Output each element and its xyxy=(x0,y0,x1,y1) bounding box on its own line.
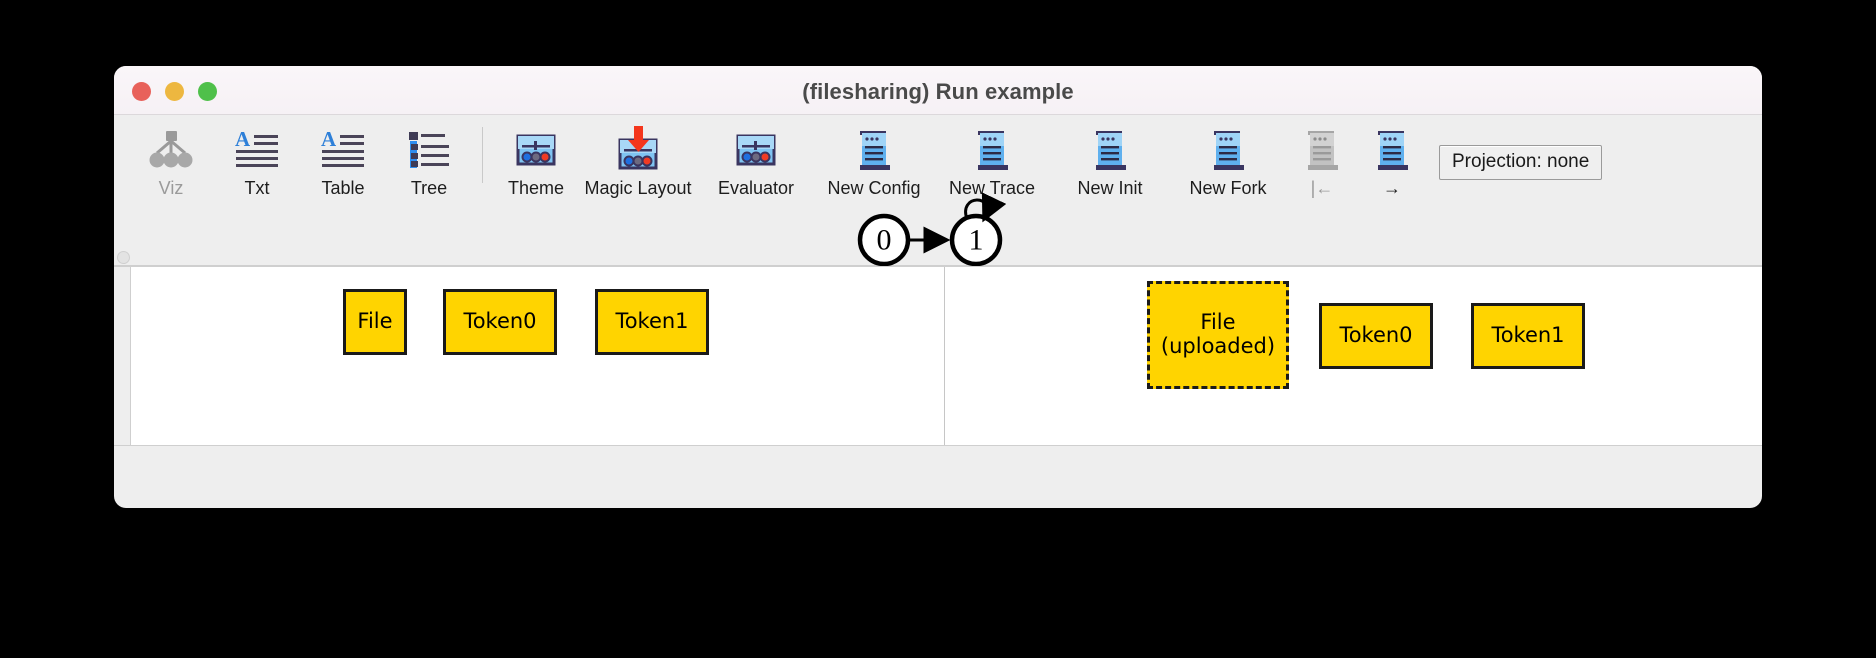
scroll-blue-icon xyxy=(854,125,894,175)
screen: (filesharing) Run example Viz A Txt A Ta… xyxy=(0,0,1876,658)
toolbar-label-evaluator: Evaluator xyxy=(717,178,795,198)
toolbar-button-new-fork[interactable]: New Fork xyxy=(1169,121,1287,199)
pane-collapse-handle[interactable] xyxy=(117,251,130,264)
atom-box-file-uploaded-right[interactable]: File (uploaded) xyxy=(1147,281,1289,389)
toolbar-button-previous-state[interactable]: |← xyxy=(1287,121,1357,199)
toolbar-label-table: Table xyxy=(321,178,365,198)
atom-box-token1-right[interactable]: Token1 xyxy=(1471,303,1585,369)
scroll-blue-icon xyxy=(1208,125,1248,175)
toolbar-label-new-fork: New Fork xyxy=(1189,178,1267,198)
atom-box-token0-left[interactable]: Token0 xyxy=(443,289,557,355)
pane-right[interactable]: File (uploaded) Token0 Token1 xyxy=(944,267,1762,445)
text-document-icon: A xyxy=(234,125,280,175)
toolbar-label-new-init: New Init xyxy=(1077,178,1143,198)
text-table-icon: A xyxy=(320,125,366,175)
state-node-0-label: 0 xyxy=(877,224,892,257)
pane-left-canvas[interactable]: File Token0 Token1 xyxy=(131,267,944,445)
tree-list-icon xyxy=(406,125,452,175)
instance-panes: File Token0 Token1 File (uploaded) Token… xyxy=(114,251,1762,446)
scroll-blue-icon xyxy=(1090,125,1130,175)
toolbar-label-previous-state: |← xyxy=(1310,178,1334,198)
toolbar-button-tree[interactable]: Tree xyxy=(386,121,472,199)
theme-panel-icon xyxy=(514,125,558,175)
svg-text:A: A xyxy=(321,129,337,151)
toolbar-label-theme: Theme xyxy=(507,178,565,198)
toolbar-label-viz: Viz xyxy=(158,178,184,198)
toolbar-label-txt: Txt xyxy=(244,178,270,198)
toolbar-button-viz[interactable]: Viz xyxy=(128,121,214,199)
magic-layout-icon xyxy=(614,125,662,175)
projection-selector[interactable]: Projection: none xyxy=(1439,145,1603,180)
toolbar-button-theme[interactable]: Theme xyxy=(493,121,579,199)
scroll-blue-icon xyxy=(1372,125,1412,175)
toolbar-button-evaluator[interactable]: Evaluator xyxy=(697,121,815,199)
atom-box-file-left[interactable]: File xyxy=(343,289,407,355)
toolbar-button-new-init[interactable]: New Init xyxy=(1051,121,1169,199)
toolbar-label-tree: Tree xyxy=(410,178,448,198)
tree-graph-icon xyxy=(149,125,193,175)
state-node-1-label: 1 xyxy=(969,224,984,257)
toolbar-separator xyxy=(482,127,483,183)
app-window: (filesharing) Run example Viz A Txt A Ta… xyxy=(114,66,1762,508)
evaluator-panel-icon xyxy=(734,125,778,175)
status-strip xyxy=(114,446,1762,464)
toolbar-button-magic-layout[interactable]: Magic Layout xyxy=(579,121,697,199)
toolbar-label-next-state: → xyxy=(1383,178,1401,198)
svg-text:A: A xyxy=(235,129,251,151)
pane-gutter[interactable] xyxy=(114,251,131,445)
scroll-gray-icon xyxy=(1302,125,1342,175)
state-graph: 0 1 xyxy=(114,192,1762,267)
scroll-blue-icon xyxy=(972,125,1012,175)
atom-box-token1-left[interactable]: Token1 xyxy=(595,289,709,355)
title-bar: (filesharing) Run example xyxy=(114,66,1762,115)
window-title: (filesharing) Run example xyxy=(802,79,1074,104)
toolbar-button-txt[interactable]: A Txt xyxy=(214,121,300,199)
pane-left[interactable]: File Token0 Token1 xyxy=(131,267,944,445)
toolbar-label-magic-layout: Magic Layout xyxy=(584,178,692,198)
toolbar-button-next-state[interactable]: → xyxy=(1357,121,1427,199)
toolbar-button-table[interactable]: A Table xyxy=(300,121,386,199)
atom-box-token0-right[interactable]: Token0 xyxy=(1319,303,1433,369)
pane-right-canvas[interactable]: File (uploaded) Token0 Token1 xyxy=(945,267,1762,445)
state-graph-canvas[interactable]: 0 1 xyxy=(854,170,1034,280)
